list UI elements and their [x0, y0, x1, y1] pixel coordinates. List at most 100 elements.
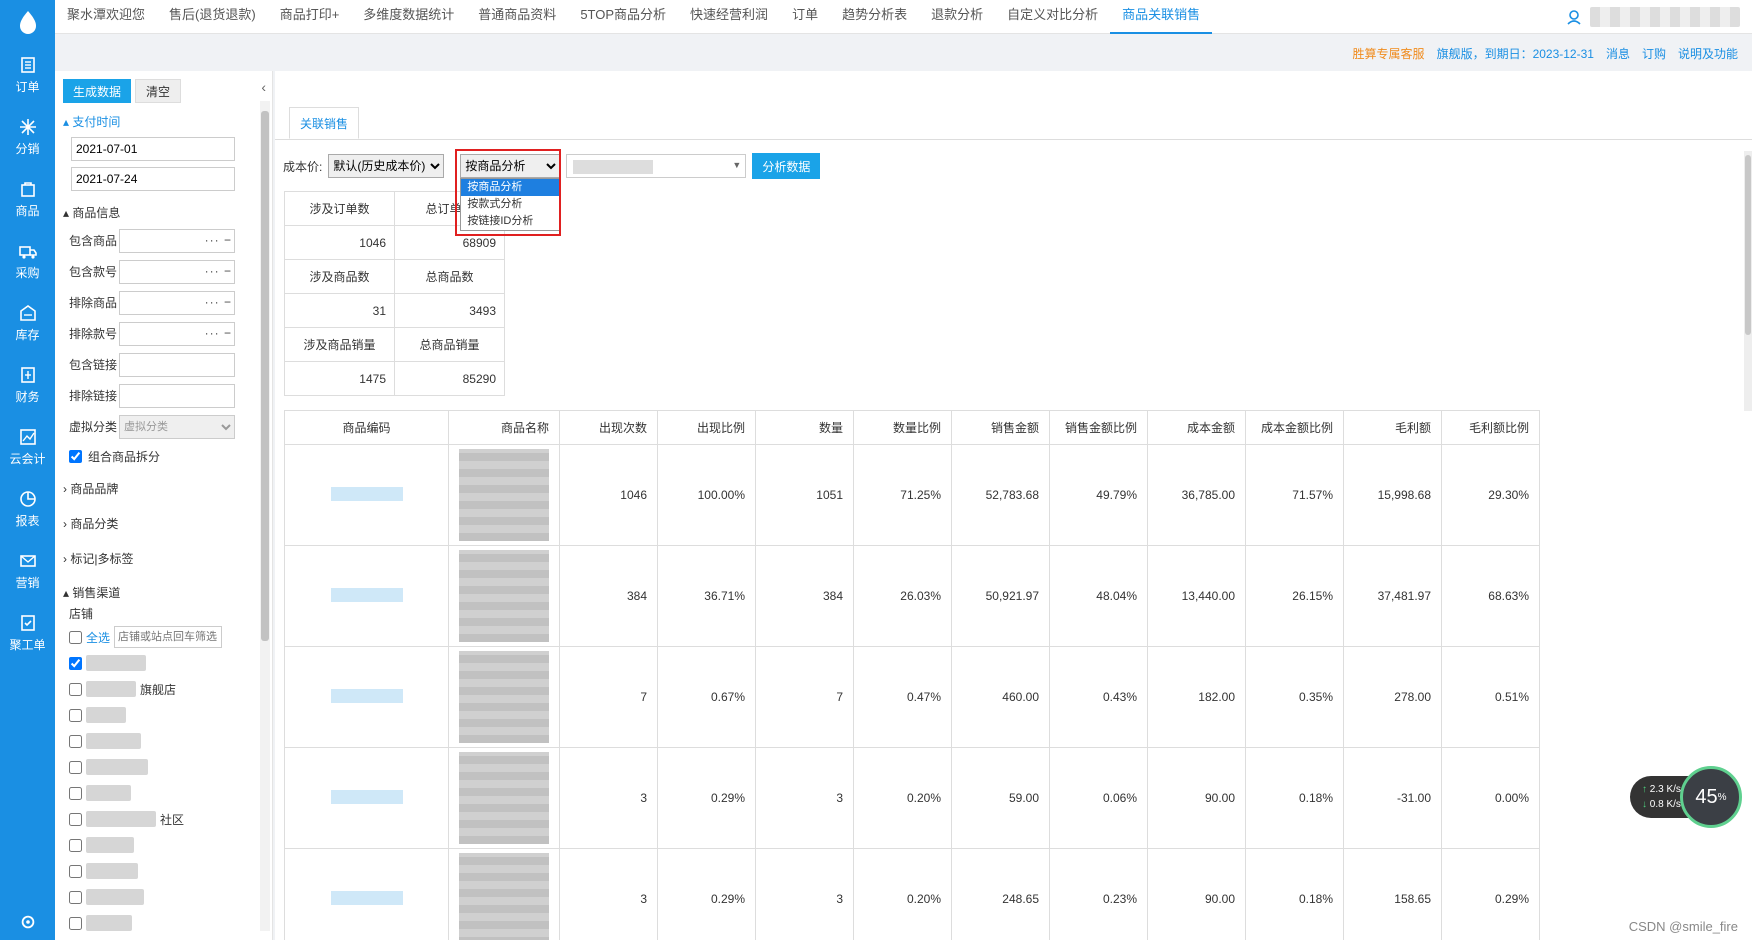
shop-checkbox[interactable] [69, 708, 82, 722]
brand-section[interactable]: › 商品品牌 [55, 471, 272, 506]
column-header[interactable]: 成本金额比例 [1245, 410, 1344, 445]
filter-row-input[interactable] [119, 352, 235, 377]
date-from-input[interactable] [71, 137, 235, 161]
collapse-panel-icon[interactable]: ‹ [261, 79, 266, 95]
column-header[interactable]: 毛利额比例 [1441, 410, 1540, 445]
analysis-option[interactable]: 按链接ID分析 [461, 213, 559, 230]
shop-item[interactable]: 旗舰店 [55, 676, 272, 702]
main-scrollbar[interactable] [1744, 151, 1752, 411]
table-row[interactable]: 1046 100.00% 1051 71.25% 52,783.68 49.79% 36,7… [284, 444, 1540, 546]
product-code-cell[interactable] [284, 646, 449, 748]
filter-row-input[interactable]: ··· − [119, 228, 235, 253]
order-link[interactable]: 订购 [1642, 45, 1666, 62]
tab-related-sales[interactable]: 关联销售 [289, 107, 360, 139]
analysis-select[interactable]: 按商品分析 [460, 154, 561, 178]
nav-tab[interactable]: 聚水潭欢迎您 [55, 0, 157, 34]
shop-checkbox[interactable] [69, 864, 82, 878]
shop-item[interactable] [55, 754, 272, 780]
more-minus-icon[interactable]: ··· − [205, 233, 232, 247]
shop-item[interactable] [55, 832, 272, 858]
message-link[interactable]: 消息 [1606, 45, 1630, 62]
shop-checkbox[interactable] [69, 812, 82, 826]
column-header[interactable]: 出现次数 [559, 410, 658, 445]
rail-item-warehouse[interactable]: 库存 [0, 292, 55, 354]
shop-checkbox[interactable] [69, 734, 82, 748]
table-row[interactable]: 384 36.71% 384 26.03% 50,921.97 48.04% 13,440.… [284, 545, 1540, 647]
rail-item-chart[interactable]: 云会计 [0, 416, 55, 478]
shop-item[interactable] [55, 858, 272, 884]
shop-checkbox[interactable] [69, 682, 82, 696]
nav-tab[interactable]: 退款分析 [919, 0, 995, 34]
user-account-blurred[interactable] [1590, 6, 1740, 27]
nav-tab[interactable]: 5TOP商品分析 [568, 0, 678, 34]
shop-select[interactable]: ▼ [566, 154, 747, 178]
tags-section[interactable]: › 标记|多标签 [55, 541, 272, 576]
goods-info-section[interactable]: ▴ 商品信息 [55, 200, 272, 225]
combo-split-checkbox[interactable]: 组合商品拆分 [55, 442, 272, 471]
shop-filter-input[interactable] [114, 626, 223, 648]
nav-tab[interactable]: 售后(退货退款) [157, 0, 268, 34]
cost-select[interactable]: 默认(历史成本价) [328, 154, 445, 178]
filter-row-input[interactable]: ··· − [119, 290, 235, 315]
shop-checkbox[interactable] [69, 890, 82, 904]
service-link[interactable]: 胜算专属客服 [1353, 45, 1425, 62]
more-minus-icon[interactable]: ··· − [205, 264, 232, 278]
scrollbar-thumb[interactable] [261, 111, 269, 641]
table-row[interactable]: 3 0.29% 3 0.20% 59.00 0.06% 90.00 0.18% -31.00 0.… [284, 747, 1540, 849]
shop-item[interactable]: 社区 [55, 806, 272, 832]
combo-split-check[interactable] [69, 450, 82, 463]
shop-item[interactable] [55, 884, 272, 910]
column-header[interactable]: 成本金额 [1147, 410, 1246, 445]
filter-row-input[interactable]: ··· − [119, 259, 235, 284]
analysis-option[interactable]: 按商品分析 [461, 179, 560, 196]
column-header[interactable]: 商品编码 [284, 410, 449, 445]
rail-item-pie[interactable]: 报表 [0, 478, 55, 540]
shop-item[interactable] [55, 910, 272, 936]
filter-row-input[interactable] [119, 383, 235, 408]
table-row[interactable]: 3 0.29% 3 0.20% 248.65 0.23% 90.00 0.18% 158.65 0… [284, 848, 1540, 940]
channel-section[interactable]: ▴ 销售渠道 [55, 576, 272, 605]
pay-time-section[interactable]: ▴ 支付时间 [55, 109, 272, 134]
nav-tab[interactable]: 订单 [780, 0, 830, 34]
column-header[interactable]: 商品名称 [448, 410, 560, 445]
shop-item[interactable] [55, 702, 272, 728]
user-support-icon[interactable] [1566, 9, 1582, 25]
rail-item-checklist[interactable]: 聚工单 [0, 602, 55, 664]
rail-item-truck[interactable]: 采购 [0, 230, 55, 292]
shop-item[interactable] [55, 728, 272, 754]
clear-button[interactable]: 清空 [135, 79, 182, 103]
nav-tab[interactable]: 商品打印+ [268, 0, 352, 34]
product-code-cell[interactable] [284, 444, 449, 546]
rail-item-bag[interactable]: 商品 [0, 168, 55, 230]
filter-row-input[interactable]: ··· − [119, 321, 235, 346]
date-to-input[interactable] [71, 167, 235, 191]
column-header[interactable]: 出现比例 [657, 410, 756, 445]
nav-tab[interactable]: 快速经营利润 [678, 0, 780, 34]
nav-tab[interactable]: 商品关联销售 [1110, 0, 1213, 34]
shop-checkbox[interactable] [69, 760, 82, 774]
rail-item-document[interactable]: 订单 [0, 44, 55, 106]
column-header[interactable]: 毛利额 [1343, 410, 1442, 445]
select-all-label[interactable]: 全选 [86, 629, 110, 646]
shop-checkbox[interactable] [69, 786, 82, 800]
nav-tab[interactable]: 普通商品资料 [466, 0, 568, 34]
select-all-checkbox[interactable] [69, 630, 82, 644]
column-header[interactable]: 销售金额 [951, 410, 1050, 445]
nav-tab[interactable]: 趋势分析表 [830, 0, 919, 34]
shop-checkbox[interactable] [69, 656, 82, 670]
more-minus-icon[interactable]: ··· − [205, 326, 232, 340]
analyze-data-button[interactable]: 分析数据 [752, 153, 821, 179]
column-header[interactable]: 数量比例 [853, 410, 952, 445]
shop-item[interactable] [55, 650, 272, 676]
rail-item-ledger[interactable]: 财务 [0, 354, 55, 416]
scrollbar-thumb[interactable] [1745, 155, 1751, 335]
shop-checkbox[interactable] [69, 916, 82, 930]
generate-data-button[interactable]: 生成数据 [63, 79, 132, 103]
more-minus-icon[interactable]: ··· − [205, 295, 232, 309]
shop-checkbox[interactable] [69, 838, 82, 852]
column-header[interactable]: 数量 [755, 410, 854, 445]
filter-scrollbar[interactable] [260, 101, 270, 931]
category-section[interactable]: › 商品分类 [55, 506, 272, 541]
column-header[interactable]: 销售金额比例 [1049, 410, 1148, 445]
table-row[interactable]: 7 0.67% 7 0.47% 460.00 0.43% 182.00 0.35% 278.00… [284, 646, 1540, 748]
